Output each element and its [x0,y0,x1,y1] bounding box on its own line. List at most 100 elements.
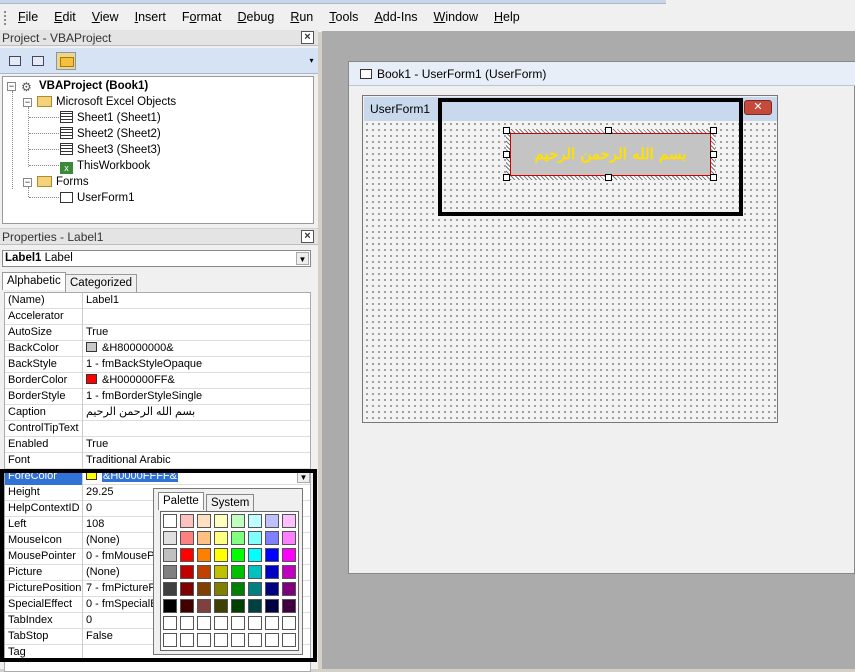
palette-color-cell[interactable] [231,582,245,596]
palette-color-cell[interactable] [163,582,177,596]
palette-color-cell[interactable] [214,599,228,613]
palette-color-cell[interactable] [248,565,262,579]
toggle-folders-button[interactable] [56,52,76,70]
userform-close-button[interactable]: ✕ [744,100,772,115]
palette-color-cell[interactable] [180,599,194,613]
property-value[interactable] [84,421,310,437]
property-row-backcolor[interactable]: BackColor &H80000000& [5,341,310,357]
palette-color-cell[interactable] [180,548,194,562]
palette-color-cell[interactable] [197,548,211,562]
resize-handle[interactable] [503,174,510,181]
property-value[interactable]: &H0000FFFF& ▼ [84,469,310,485]
palette-color-cell[interactable] [248,531,262,545]
resize-handle[interactable] [710,151,717,158]
palette-color-cell[interactable] [180,582,194,596]
palette-color-cell[interactable] [282,616,296,630]
palette-color-cell[interactable] [265,616,279,630]
palette-color-cell[interactable] [214,616,228,630]
chevron-down-icon[interactable]: ▼ [297,470,310,483]
palette-color-cell[interactable] [163,514,177,528]
menu-item-window[interactable]: Window [426,9,486,25]
view-object-button[interactable] [28,52,48,70]
palette-color-cell[interactable] [248,514,262,528]
tree-node-forms[interactable]: Forms [37,174,89,190]
property-value[interactable]: Traditional Arabic [84,453,310,469]
menu-item-format[interactable]: Format [174,9,230,25]
property-value[interactable]: 1 - fmBorderStyleSingle [84,389,310,405]
palette-color-cell[interactable] [180,565,194,579]
palette-color-cell[interactable] [214,582,228,596]
palette-color-cell[interactable] [197,599,211,613]
palette-color-cell[interactable] [282,514,296,528]
palette-color-cell[interactable] [265,565,279,579]
palette-color-cell[interactable] [231,633,245,647]
palette-color-cell[interactable] [282,565,296,579]
tree-node-sheet2[interactable]: Sheet2 (Sheet2) [60,126,161,142]
palette-color-cell[interactable] [282,599,296,613]
collapse-forms-icon[interactable]: − [23,178,32,187]
property-row-backstyle[interactable]: BackStyle 1 - fmBackStyleOpaque [5,357,310,373]
palette-color-cell[interactable] [248,633,262,647]
palette-color-cell[interactable] [231,531,245,545]
property-value[interactable]: &H80000000& [84,341,310,357]
palette-color-cell[interactable] [214,514,228,528]
property-value[interactable] [84,309,310,325]
palette-color-cell[interactable] [197,633,211,647]
object-selector[interactable]: Label1 Label ▼ [2,250,311,267]
property-row-enabled[interactable]: Enabled True [5,437,310,453]
palette-color-cell[interactable] [180,616,194,630]
tree-node-sheet1[interactable]: Sheet1 (Sheet1) [60,110,161,126]
palette-color-cell[interactable] [214,633,228,647]
tree-node-userform1[interactable]: UserForm1 [60,190,135,206]
tree-node-root[interactable]: ⚙ VBAProject (Book1) [21,78,148,94]
property-value[interactable]: بسم الله الرحمن الرحيم [84,405,310,421]
tab-system[interactable]: System [206,494,255,512]
palette-color-cell[interactable] [231,548,245,562]
palette-color-cell[interactable] [197,565,211,579]
label1-control[interactable]: بسم الله الرحمن الرحيم [510,133,711,176]
palette-color-cell[interactable] [231,514,245,528]
palette-color-cell[interactable] [231,599,245,613]
properties-close-button[interactable]: × [301,230,314,243]
palette-color-cell[interactable] [282,633,296,647]
tree-node-excel-objects[interactable]: Microsoft Excel Objects [37,94,176,110]
palette-color-cell[interactable] [248,616,262,630]
palette-color-cell[interactable] [180,633,194,647]
chevron-down-icon[interactable]: ▼ [296,252,309,265]
property-value[interactable]: 1 - fmBackStyleOpaque [84,357,310,373]
project-close-button[interactable]: × [301,31,314,44]
menu-item-tools[interactable]: Tools [321,9,366,25]
palette-color-cell[interactable] [163,616,177,630]
palette-color-cell[interactable] [265,531,279,545]
resize-handle[interactable] [710,174,717,181]
palette-color-cell[interactable] [163,531,177,545]
palette-color-cell[interactable] [180,531,194,545]
tab-palette[interactable]: Palette [158,492,204,510]
palette-color-cell[interactable] [265,582,279,596]
collapse-excel-objects-icon[interactable]: − [23,98,32,107]
toolbar-overflow-icon[interactable]: ▾ [307,52,316,70]
resize-handle[interactable] [605,174,612,181]
menu-item-help[interactable]: Help [486,9,528,25]
view-code-button[interactable] [5,52,25,70]
property-row-borderstyle[interactable]: BorderStyle 1 - fmBorderStyleSingle [5,389,310,405]
palette-color-cell[interactable] [248,599,262,613]
menu-item-view[interactable]: View [84,9,127,25]
property-row-name[interactable]: (Name) Label1 [5,293,310,309]
palette-color-cell[interactable] [248,548,262,562]
palette-color-cell[interactable] [180,514,194,528]
palette-color-cell[interactable] [282,531,296,545]
menu-item-debug[interactable]: Debug [229,9,282,25]
menu-item-add-ins[interactable]: Add-Ins [366,9,425,25]
property-row-caption[interactable]: Caption بسم الله الرحمن الرحيم [5,405,310,421]
palette-color-cell[interactable] [248,582,262,596]
palette-color-cell[interactable] [163,599,177,613]
property-row-bordercolor[interactable]: BorderColor &H000000FF& [5,373,310,389]
property-row-controltiptext[interactable]: ControlTipText [5,421,310,437]
palette-color-cell[interactable] [163,548,177,562]
menu-item-file[interactable]: File [10,9,46,25]
menu-item-edit[interactable]: Edit [46,9,84,25]
palette-color-cell[interactable] [214,531,228,545]
palette-color-cell[interactable] [231,616,245,630]
palette-color-cell[interactable] [163,633,177,647]
